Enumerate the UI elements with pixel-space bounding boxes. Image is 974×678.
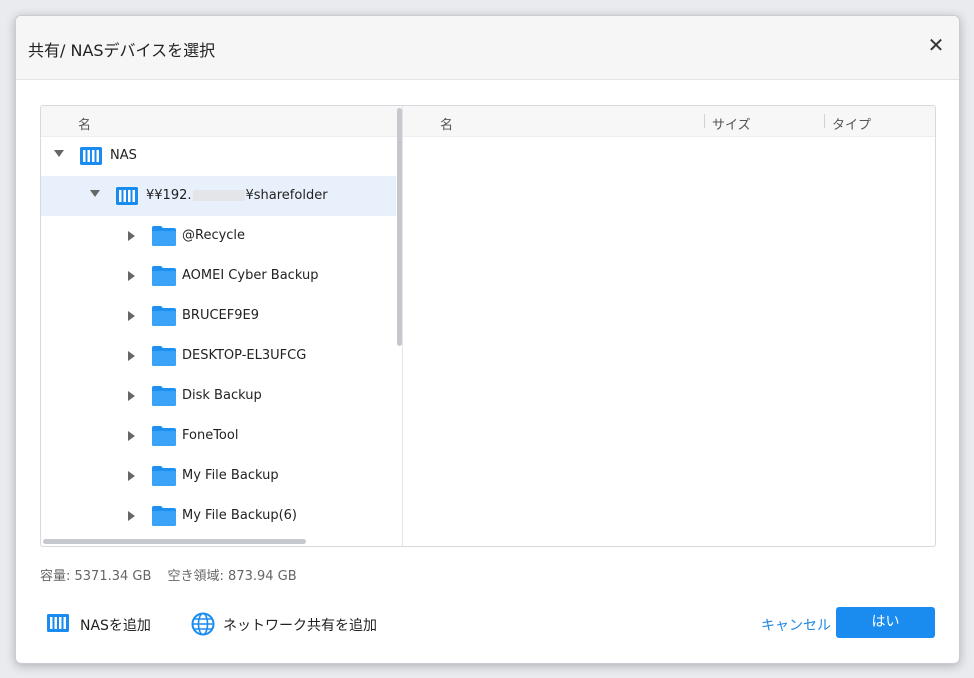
collapse-arrow-icon[interactable] (90, 190, 100, 197)
add-nas-button[interactable]: NASを追加 (47, 612, 157, 636)
ok-button[interactable]: はい (836, 607, 935, 638)
share-path-suffix: ¥sharefolder (245, 188, 328, 203)
expand-arrow-icon[interactable] (128, 511, 135, 521)
tree-item-folder[interactable]: My File Backup (41, 456, 396, 496)
folder-icon (152, 346, 176, 366)
add-network-share-button[interactable]: ネットワーク共有を追加 (191, 612, 377, 636)
expand-arrow-icon[interactable] (128, 311, 135, 321)
expand-arrow-icon[interactable] (128, 351, 135, 361)
file-browser: 名 NAS ¥¥192. ¥sharefolder @Recycle AOMEI… (40, 105, 936, 547)
tree-item-folder[interactable]: @Recycle (41, 216, 396, 256)
column-header-size[interactable]: サイズ (712, 114, 751, 133)
folder-icon (152, 466, 176, 486)
tree-item-label: BRUCEF9E9 (182, 308, 259, 323)
cancel-button[interactable]: キャンセル (761, 615, 831, 635)
globe-icon (191, 612, 215, 636)
folder-icon (152, 266, 176, 286)
expand-arrow-icon[interactable] (128, 471, 135, 481)
expand-arrow-icon[interactable] (128, 391, 135, 401)
tree-item-label: DESKTOP-EL3UFCG (182, 348, 307, 363)
tree-item-label: @Recycle (182, 228, 246, 243)
tree-item-label: ¥¥192. ¥sharefolder (146, 188, 328, 203)
collapse-arrow-icon[interactable] (54, 150, 64, 157)
nas-icon (116, 187, 138, 205)
tree-item-folder[interactable]: Disk Backup (41, 376, 396, 416)
capacity-info: 容量: 5371.34 GB 空き領域: 873.94 GB (40, 565, 309, 584)
tree-item-label: Disk Backup (182, 388, 262, 403)
file-list-header: 名 サイズ タイプ (403, 106, 935, 137)
tree-item-folder[interactable]: DESKTOP-EL3UFCG (41, 336, 396, 376)
capacity-free: 空き領域: 873.94 GB (167, 569, 297, 584)
tree-item-label: NAS (110, 148, 137, 163)
expand-arrow-icon[interactable] (128, 431, 135, 441)
tree-item-folder[interactable]: AOMEI Cyber Backup (41, 256, 396, 296)
tree-horizontal-scrollbar[interactable] (43, 539, 306, 544)
tree-item-label: FoneTool (182, 428, 239, 443)
share-path-prefix: ¥¥192. (146, 188, 192, 203)
add-network-share-label: ネットワーク共有を追加 (223, 618, 377, 634)
add-nas-label: NASを追加 (80, 618, 151, 634)
capacity-total: 容量: 5371.34 GB (40, 569, 152, 584)
column-header-name[interactable]: 名 (440, 114, 453, 133)
tree-item-label: My File Backup (182, 468, 279, 483)
tree-item-nas[interactable]: NAS (41, 136, 396, 176)
nas-icon (80, 147, 102, 165)
dialog-titlebar: 共有/ NASデバイスを選択 ✕ (16, 16, 959, 80)
nas-icon (47, 614, 69, 632)
expand-arrow-icon[interactable] (128, 271, 135, 281)
folder-icon (152, 226, 176, 246)
select-nas-dialog: 共有/ NASデバイスを選択 ✕ 名 NAS ¥¥192. ¥sharefold… (15, 15, 960, 664)
tree-header: 名 (41, 106, 402, 137)
column-divider[interactable] (824, 114, 825, 128)
tree-item-label: My File Backup(6) (182, 508, 297, 523)
tree-pane: 名 NAS ¥¥192. ¥sharefolder @Recycle AOMEI… (41, 106, 403, 546)
folder-icon (152, 306, 176, 326)
tree-vertical-scrollbar[interactable] (397, 108, 402, 346)
folder-icon (152, 386, 176, 406)
tree-header-name: 名 (78, 118, 92, 133)
tree-item-folder[interactable]: BRUCEF9E9 (41, 296, 396, 336)
expand-arrow-icon[interactable] (128, 231, 135, 241)
close-icon[interactable]: ✕ (927, 35, 945, 55)
tree-item-folder[interactable]: My File Backup(6) (41, 496, 396, 536)
folder-icon (152, 426, 176, 446)
tree-item-sharefolder[interactable]: ¥¥192. ¥sharefolder (41, 176, 396, 216)
tree-item-label: AOMEI Cyber Backup (182, 268, 319, 283)
column-header-type[interactable]: タイプ (832, 114, 871, 133)
dialog-title: 共有/ NASデバイスを選択 (28, 41, 216, 60)
tree-item-folder[interactable]: FoneTool (41, 416, 396, 456)
folder-icon (152, 506, 176, 526)
file-list-pane: 名 サイズ タイプ (403, 106, 935, 546)
column-divider[interactable] (704, 114, 705, 128)
redacted-address (192, 190, 245, 201)
